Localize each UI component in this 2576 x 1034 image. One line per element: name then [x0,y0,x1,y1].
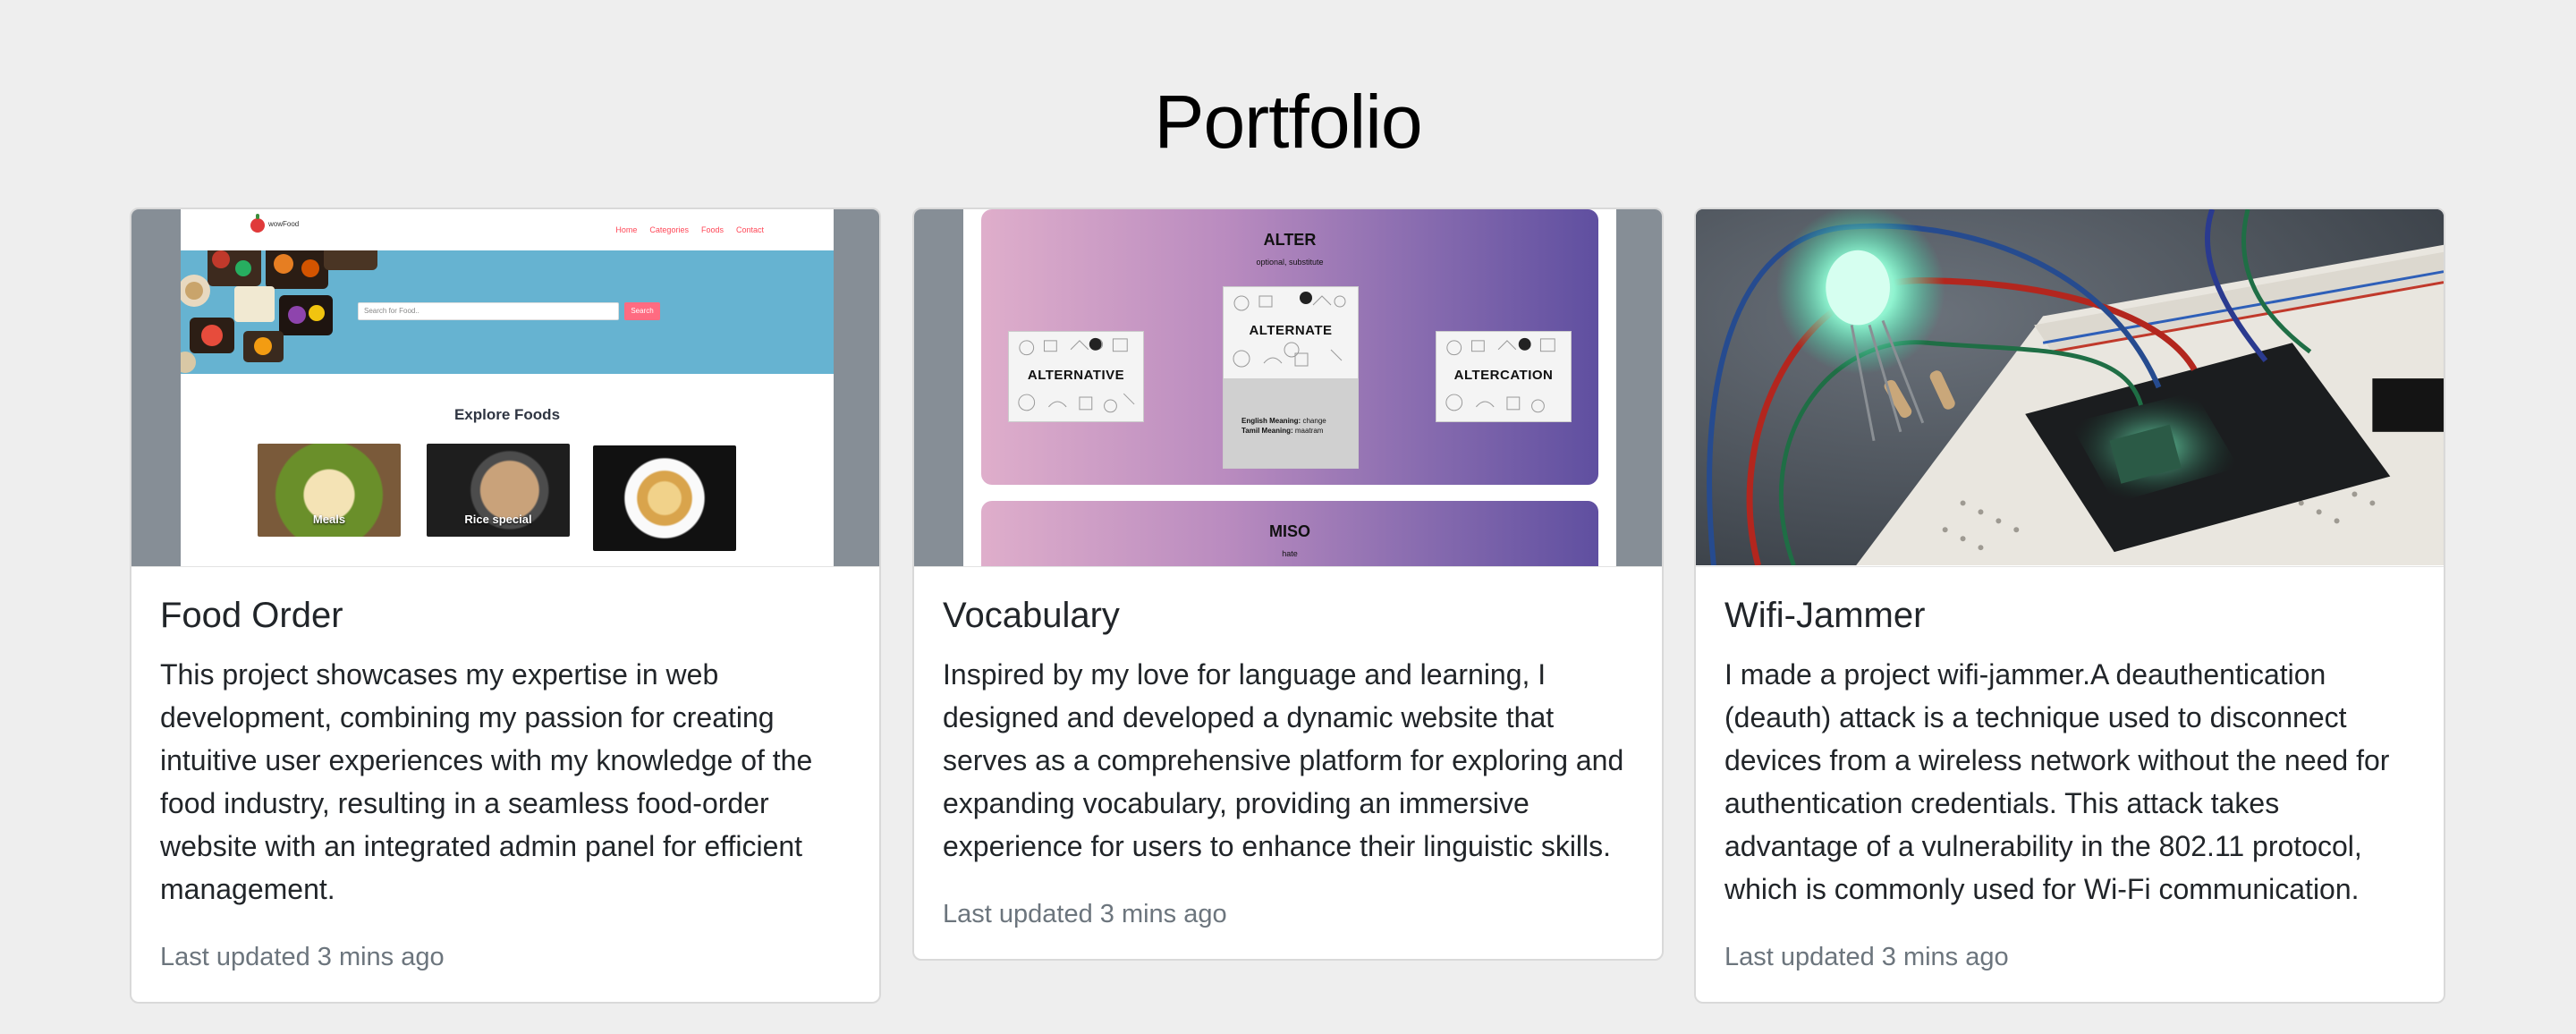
project-card-wifi-jammer[interactable]: Wifi-Jammer I made a project wifi-jammer… [1694,208,2445,1004]
vocab-card-altercation: ALTERCATION [1436,331,1572,422]
card-description: I made a project wifi-jammer.A deauthent… [1724,658,2390,905]
project-image-vocabulary: ALTER optional, substitute ALTERNATIVE A… [914,209,1662,567]
vocab-subtitle: optional, substitute [1256,258,1324,267]
page-title: Portfolio [1154,80,1422,164]
project-image-food-order: wowFood Home Categories Foods Contact Se… [131,209,879,567]
vocab-card-word: ALTERCATION [1453,368,1554,383]
last-updated: Last updated 3 mins ago [1724,943,2009,971]
card-description: This project showcases my expertise in w… [160,658,813,905]
esp8266-breadboard-photo [1696,209,2444,566]
food-nav-foods: Foods [700,225,724,234]
vocab-card-word: ALTERNATE [1249,323,1333,338]
food-logo-text: wowFood [268,220,300,228]
last-updated: Last updated 3 mins ago [943,900,1227,928]
food-search-button: Search [624,302,660,320]
food-nav-categories: Categories [649,225,689,234]
project-image-wifi-jammer [1696,209,2444,567]
food-category-rice-special: Rice special [427,444,570,537]
food-category-meals: Meals [258,444,401,537]
food-section-heading: Explore Foods [453,406,561,423]
food-category-sweets [593,445,736,551]
food-nav-home: Home [615,225,638,234]
vocab-next-panel: MISO hate [981,501,1598,566]
vocab-next-word: MISO [1268,522,1310,540]
food-nav-contact: Contact [735,225,764,234]
card-description: Inspired by my love for language and lea… [943,658,1624,862]
food-search-input: Search for Food.. [358,302,619,320]
vocab-word: ALTER [1263,231,1317,249]
vocab-card-alternative: ALTERNATIVE [1008,331,1144,422]
vocab-next-subtitle: hate [1282,549,1298,558]
vocab-meaning: English Meaning: change Tamil Meaning: m… [1224,378,1358,468]
vocab-card-word: ALTERNATIVE [1027,368,1125,383]
food-hero-banner: Search for Food.. Search [181,250,834,374]
project-card-food-order[interactable]: wowFood Home Categories Foods Contact Se… [130,208,881,1004]
project-card-vocabulary[interactable]: ALTER optional, substitute ALTERNATIVE A… [912,208,1664,961]
last-updated: Last updated 3 mins ago [160,943,445,971]
food-site-navbar: wowFood Home Categories Foods Contact [181,209,834,250]
vocab-word-panel: ALTER optional, substitute ALTERNATIVE A… [981,209,1598,485]
tomato-logo-icon [250,214,265,233]
card-title: Vocabulary [943,596,1120,635]
card-title: Food Order [160,596,343,635]
vocab-card-alternate: ALTERNATE English Meaning: change Tamil … [1223,286,1359,469]
card-title: Wifi-Jammer [1724,596,1926,635]
